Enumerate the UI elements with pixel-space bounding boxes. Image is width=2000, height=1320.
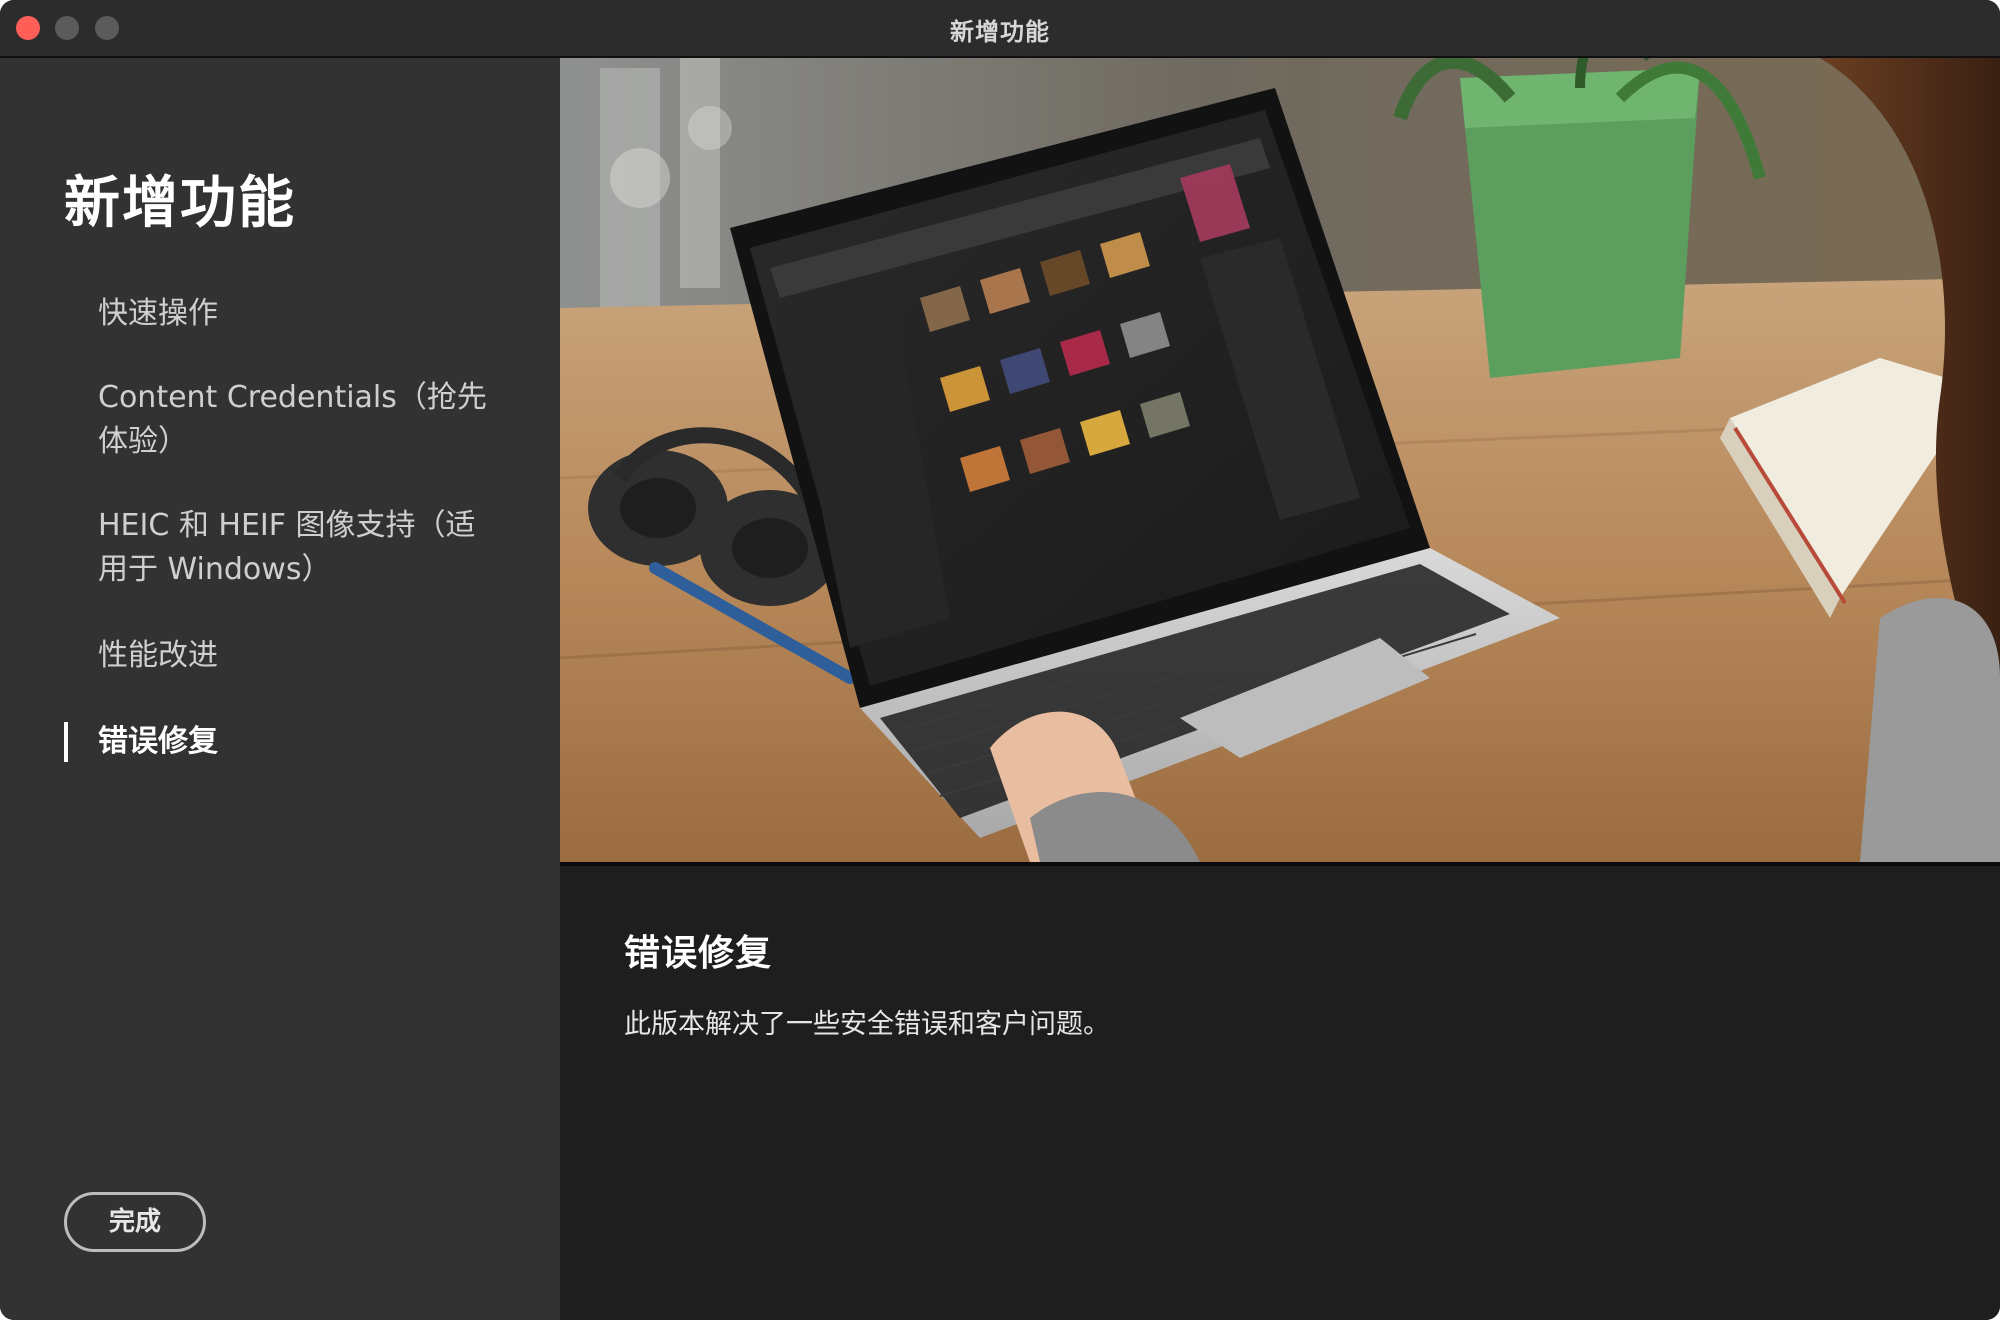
sidebar: 新增功能 快速操作 Content Credentials（抢先体验） HEIC…	[0, 58, 560, 1320]
main-content: 错误修复 此版本解决了一些安全错误和客户问题。	[560, 58, 2000, 1320]
nav-item-label: Content Credentials（抢先体验）	[98, 380, 487, 459]
title-bar[interactable]: 新增功能	[0, 0, 2000, 58]
window-title: 新增功能	[950, 18, 1050, 46]
active-indicator	[64, 722, 68, 762]
nav-item-performance[interactable]: 性能改进	[98, 634, 218, 678]
nav-item-content-credentials[interactable]: Content Credentials（抢先体验）	[98, 376, 498, 464]
app-window: 新增功能 新增功能 快速操作 Content Credentials（抢先体验）…	[0, 0, 2000, 1320]
feature-title: 错误修复	[624, 933, 773, 974]
nav-item-bug-fixes[interactable]: 错误修复	[64, 720, 218, 764]
nav-item-label: 性能改进	[98, 638, 218, 673]
nav-item-label: 快速操作	[98, 296, 218, 331]
feature-description: 此版本解决了一些安全错误和客户问题。	[624, 1009, 1110, 1040]
hero-image	[560, 58, 2000, 862]
nav-item-label: HEIC 和 HEIF 图像支持（适用于 Windows）	[98, 508, 476, 587]
nav-item-heic-heif-support[interactable]: HEIC 和 HEIF 图像支持（适用于 Windows）	[98, 504, 498, 592]
nav-item-quick-actions[interactable]: 快速操作	[98, 292, 218, 336]
laptop-photo-illustration	[560, 58, 2000, 862]
done-button[interactable]: 完成	[64, 1192, 206, 1252]
hero-divider	[560, 862, 2000, 866]
nav-item-label: 错误修复	[98, 724, 218, 759]
sidebar-heading: 新增功能	[64, 171, 296, 236]
